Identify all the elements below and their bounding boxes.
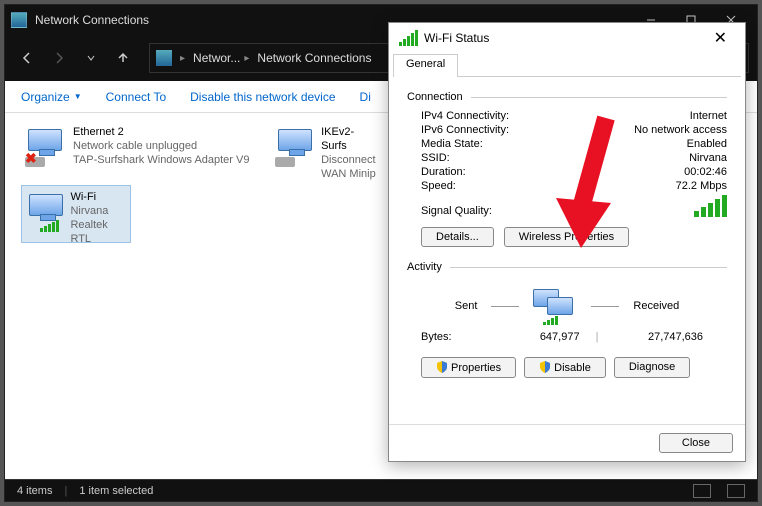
close-dialog-button[interactable]: Close [659,433,733,453]
duration-value: 00:02:46 [684,166,727,178]
dialog-titlebar: Wi-Fi Status ✕ [389,23,745,53]
bytes-label: Bytes: [421,331,481,343]
wifi-status-dialog: Wi-Fi Status ✕ General Connection IPv4 C… [388,22,746,462]
tiles-view-button[interactable] [727,484,745,498]
adapter-name: Ethernet 2 [73,125,249,139]
tab-strip: General [393,53,741,77]
sent-label: Sent [455,300,478,312]
selection-count: 1 item selected [79,485,153,497]
adapter-status: Disconnect [321,153,377,167]
connect-to-button[interactable]: Connect To [106,90,167,104]
breadcrumb-seg2[interactable]: Network Connections [257,51,371,65]
duration-label: Duration: [421,166,466,178]
ssid-value: Nirvana [689,152,727,164]
tab-general[interactable]: General [393,54,458,77]
forward-button[interactable] [45,44,73,72]
diagnose-button-truncated[interactable]: Di [360,90,371,104]
adapter-device: TAP-Surfshark Windows Adapter V9 [73,153,249,167]
disable-button[interactable]: Disable [524,357,606,378]
properties-button[interactable]: Properties [421,357,516,378]
dialog-close-button[interactable]: ✕ [706,24,735,52]
adapter-item[interactable]: IKEv2-Surfs Disconnect WAN Minip [271,121,381,179]
adapter-device: WAN Minip [321,167,377,181]
bytes-sent-value: 647,977 [481,331,590,343]
ipv4-label: IPv4 Connectivity: [421,110,509,122]
activity-section: Activity [407,261,727,273]
ipv4-value: Internet [690,110,727,122]
disable-device-button[interactable]: Disable this network device [190,90,335,104]
adapter-icon [275,125,313,163]
adapter-device: Realtek RTL [70,218,126,246]
speed-value: 72.2 Mbps [676,180,727,192]
received-label: Received [633,300,679,312]
signal-icon [399,30,418,46]
activity-icon [533,289,577,323]
adapter-status: Nirvana [70,204,126,218]
up-button[interactable] [109,44,137,72]
adapter-icon [26,190,62,228]
status-bar: 4 items | 1 item selected [5,479,757,501]
adapter-item-selected[interactable]: Wi-Fi Nirvana Realtek RTL [21,185,131,243]
signal-bars-icon [694,195,727,217]
back-button[interactable] [13,44,41,72]
organize-menu[interactable]: Organize ▼ [21,90,82,104]
media-value: Enabled [687,138,727,150]
shield-icon [436,361,448,373]
adapter-name: Wi-Fi [70,190,126,204]
ipv6-label: IPv6 Connectivity: [421,124,509,136]
window-title: Network Connections [35,13,149,27]
media-label: Media State: [421,138,483,150]
breadcrumb-seg1[interactable]: Networ... ▸ [193,51,249,65]
dialog-title: Wi-Fi Status [424,31,489,45]
location-icon [156,50,172,66]
diagnose-button[interactable]: Diagnose [614,357,690,378]
details-button[interactable]: Details... [421,227,494,247]
ssid-label: SSID: [421,152,450,164]
details-view-button[interactable] [693,484,711,498]
speed-label: Speed: [421,180,456,192]
adapter-icon: ✖ [25,125,65,163]
ipv6-value: No network access [634,124,727,136]
signal-quality-label: Signal Quality: [421,205,492,217]
item-count: 4 items [17,485,52,497]
adapter-name: IKEv2-Surfs [321,125,377,153]
connection-section: Connection [407,91,727,103]
chevron-icon: ▸ [180,53,185,64]
adapter-item[interactable]: ✖ Ethernet 2 Network cable unplugged TAP… [21,121,261,179]
bytes-recv-value: 27,747,636 [604,331,713,343]
shield-icon [539,361,551,373]
wireless-properties-button[interactable]: Wireless Properties [504,227,629,247]
recent-dropdown[interactable] [77,44,105,72]
adapter-status: Network cable unplugged [73,139,249,153]
app-icon [11,12,27,28]
